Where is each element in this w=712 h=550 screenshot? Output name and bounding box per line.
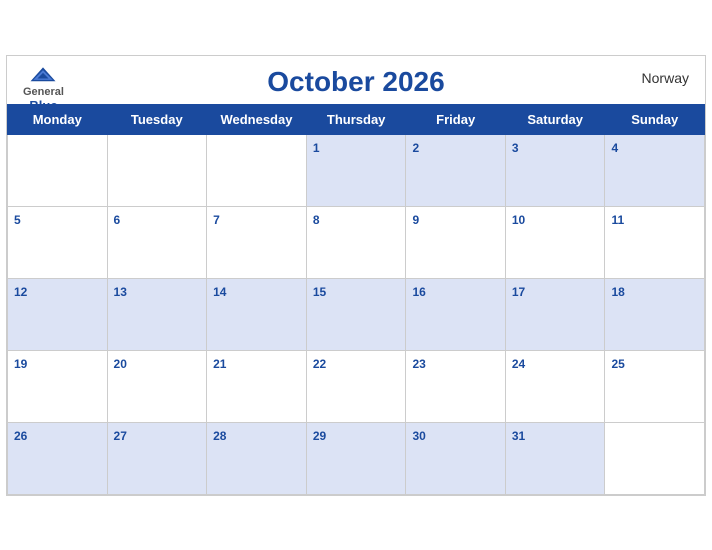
day-number: 13 <box>114 285 127 299</box>
day-number: 27 <box>114 429 127 443</box>
calendar-day-cell: 29 <box>306 422 406 494</box>
calendar-day-cell: 30 <box>406 422 505 494</box>
col-thursday: Thursday <box>306 104 406 134</box>
calendar-day-cell: 10 <box>505 206 605 278</box>
calendar-container: General Blue October 2026 Norway Monday … <box>6 55 706 496</box>
day-number: 25 <box>611 357 624 371</box>
calendar-day-cell: 31 <box>505 422 605 494</box>
calendar-day-cell <box>605 422 705 494</box>
calendar-day-cell: 22 <box>306 350 406 422</box>
calendar-day-cell: 19 <box>8 350 108 422</box>
day-number: 18 <box>611 285 624 299</box>
col-wednesday: Wednesday <box>207 104 307 134</box>
calendar-table: Monday Tuesday Wednesday Thursday Friday… <box>7 104 705 495</box>
calendar-day-cell: 2 <box>406 134 505 206</box>
calendar-day-cell: 15 <box>306 278 406 350</box>
calendar-week-row: 26 27 28 29 30 31 <box>8 422 705 494</box>
day-number: 22 <box>313 357 326 371</box>
day-number: 14 <box>213 285 226 299</box>
calendar-day-cell: 16 <box>406 278 505 350</box>
month-title: October 2026 <box>267 66 444 98</box>
day-number: 23 <box>412 357 425 371</box>
calendar-day-cell: 5 <box>8 206 108 278</box>
col-saturday: Saturday <box>505 104 605 134</box>
calendar-day-cell: 26 <box>8 422 108 494</box>
calendar-day-cell: 11 <box>605 206 705 278</box>
calendar-day-cell: 24 <box>505 350 605 422</box>
calendar-day-cell: 8 <box>306 206 406 278</box>
col-sunday: Sunday <box>605 104 705 134</box>
calendar-day-cell: 20 <box>107 350 207 422</box>
day-number: 10 <box>512 213 525 227</box>
day-number: 21 <box>213 357 226 371</box>
logo-blue-text: Blue <box>29 98 57 113</box>
logo-area: General Blue <box>23 66 64 113</box>
day-number: 16 <box>412 285 425 299</box>
day-number: 17 <box>512 285 525 299</box>
weekday-header-row: Monday Tuesday Wednesday Thursday Friday… <box>8 104 705 134</box>
col-tuesday: Tuesday <box>107 104 207 134</box>
day-number: 7 <box>213 213 220 227</box>
calendar-day-cell: 21 <box>207 350 307 422</box>
day-number: 26 <box>14 429 27 443</box>
day-number: 1 <box>313 141 320 155</box>
day-number: 3 <box>512 141 519 155</box>
calendar-day-cell: 18 <box>605 278 705 350</box>
day-number: 24 <box>512 357 525 371</box>
country-label: Norway <box>642 70 689 86</box>
calendar-day-cell: 27 <box>107 422 207 494</box>
calendar-day-cell: 7 <box>207 206 307 278</box>
calendar-day-cell: 28 <box>207 422 307 494</box>
day-number: 31 <box>512 429 525 443</box>
calendar-header: General Blue October 2026 Norway <box>7 56 705 104</box>
logo-icon <box>29 66 57 84</box>
calendar-week-row: 5 6 7 8 9 10 11 <box>8 206 705 278</box>
calendar-day-cell <box>207 134 307 206</box>
day-number: 19 <box>14 357 27 371</box>
calendar-day-cell: 23 <box>406 350 505 422</box>
calendar-day-cell: 4 <box>605 134 705 206</box>
calendar-week-row: 1 2 3 4 <box>8 134 705 206</box>
calendar-day-cell: 13 <box>107 278 207 350</box>
calendar-day-cell: 6 <box>107 206 207 278</box>
calendar-week-row: 12 13 14 15 16 17 18 <box>8 278 705 350</box>
calendar-day-cell: 14 <box>207 278 307 350</box>
calendar-day-cell: 25 <box>605 350 705 422</box>
day-number: 15 <box>313 285 326 299</box>
col-friday: Friday <box>406 104 505 134</box>
calendar-day-cell: 3 <box>505 134 605 206</box>
calendar-day-cell <box>8 134 108 206</box>
day-number: 5 <box>14 213 21 227</box>
calendar-day-cell: 1 <box>306 134 406 206</box>
calendar-week-row: 19 20 21 22 23 24 25 <box>8 350 705 422</box>
day-number: 28 <box>213 429 226 443</box>
day-number: 11 <box>611 213 624 227</box>
day-number: 30 <box>412 429 425 443</box>
logo-general-text: General <box>23 86 64 98</box>
day-number: 29 <box>313 429 326 443</box>
day-number: 12 <box>14 285 27 299</box>
calendar-day-cell <box>107 134 207 206</box>
day-number: 20 <box>114 357 127 371</box>
day-number: 9 <box>412 213 419 227</box>
day-number: 2 <box>412 141 419 155</box>
calendar-day-cell: 9 <box>406 206 505 278</box>
day-number: 4 <box>611 141 618 155</box>
calendar-day-cell: 17 <box>505 278 605 350</box>
calendar-day-cell: 12 <box>8 278 108 350</box>
day-number: 6 <box>114 213 121 227</box>
day-number: 8 <box>313 213 320 227</box>
